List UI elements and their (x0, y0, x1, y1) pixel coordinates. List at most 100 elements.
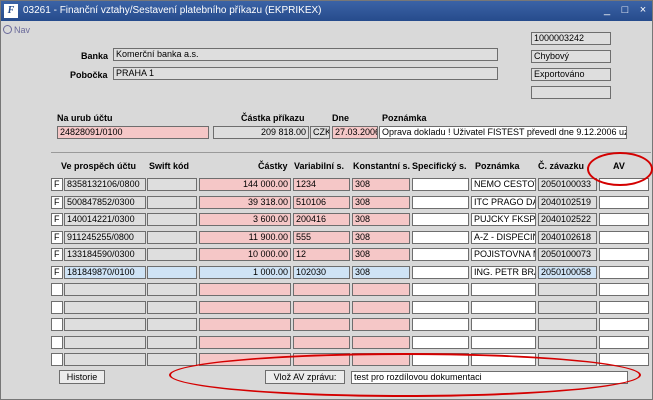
cell-vs[interactable] (293, 283, 350, 296)
cell-av[interactable] (599, 178, 649, 191)
cell-poznamka[interactable]: POJISTOVNA M (471, 248, 536, 261)
cell-poznamka[interactable] (471, 336, 536, 349)
cell-vs[interactable]: 1234 (293, 178, 350, 191)
cell-castka[interactable] (199, 353, 291, 366)
close-icon[interactable]: × (637, 4, 649, 16)
cell-zavazek[interactable]: 2040102519 (538, 196, 597, 209)
cell-ks[interactable] (352, 336, 410, 349)
cell-poznamka[interactable]: NEMO CESTOV (471, 178, 536, 191)
cell-ss[interactable] (412, 178, 469, 191)
cell-vs[interactable]: 102030 (293, 266, 350, 279)
cell-vs[interactable]: 12 (293, 248, 350, 261)
cell-castka[interactable]: 3 600.00 (199, 213, 291, 226)
cell-ucet[interactable]: 911245255/0800 (64, 231, 146, 244)
cell-zavazek[interactable] (538, 318, 597, 331)
cell-zavazek[interactable] (538, 283, 597, 296)
cell-zavazek[interactable]: 2050100073 (538, 248, 597, 261)
cell-castka[interactable] (199, 318, 291, 331)
cell-zavazek[interactable]: 2050100058 (538, 266, 597, 279)
cell-ks[interactable]: 308 (352, 231, 410, 244)
cell-swift[interactable] (147, 353, 197, 366)
cell-poznamka[interactable]: A-Z - DISPECIN (471, 231, 536, 244)
cell-swift[interactable] (147, 213, 197, 226)
cell-av[interactable] (599, 283, 649, 296)
cell-av[interactable] (599, 336, 649, 349)
cell-ss[interactable] (412, 231, 469, 244)
cell-swift[interactable] (147, 266, 197, 279)
cell-ss[interactable] (412, 336, 469, 349)
cell-vs[interactable] (293, 318, 350, 331)
cell-ks[interactable] (352, 318, 410, 331)
cell-swift[interactable] (147, 178, 197, 191)
cell-castka[interactable]: 144 000.00 (199, 178, 291, 191)
cell-castka[interactable] (199, 301, 291, 314)
cell-ss[interactable] (412, 266, 469, 279)
cell-av[interactable] (599, 231, 649, 244)
cell-ss[interactable] (412, 353, 469, 366)
cell-poznamka[interactable]: ING. PETR BRAI (471, 266, 536, 279)
cell-av[interactable] (599, 353, 649, 366)
cell-ss[interactable] (412, 196, 469, 209)
pobocka-field[interactable]: PRAHA 1 (113, 67, 498, 80)
cell-poznamka[interactable]: ITC PRAGO DA (471, 196, 536, 209)
cell-ks[interactable]: 308 (352, 213, 410, 226)
cell-zavazek[interactable]: 2040102618 (538, 231, 597, 244)
cell-swift[interactable] (147, 196, 197, 209)
cell-castka[interactable] (199, 283, 291, 296)
cell-poznamka[interactable] (471, 353, 536, 366)
cell-castka[interactable]: 11 900.00 (199, 231, 291, 244)
cell-ucet[interactable]: 8358132106/0800 (64, 178, 146, 191)
cell-vs[interactable]: 510106 (293, 196, 350, 209)
cell-av[interactable] (599, 318, 649, 331)
cell-av[interactable] (599, 301, 649, 314)
dne-field[interactable]: 27.03.2006 (332, 126, 378, 139)
cell-ks[interactable] (352, 353, 410, 366)
cell-swift[interactable] (147, 301, 197, 314)
cell-ucet[interactable] (64, 301, 146, 314)
cell-av[interactable] (599, 213, 649, 226)
cell-castka[interactable]: 10 000.00 (199, 248, 291, 261)
cell-vs[interactable]: 555 (293, 231, 350, 244)
cell-ucet[interactable]: 181849870/0100 (64, 266, 146, 279)
cell-ks[interactable]: 308 (352, 248, 410, 261)
cell-ss[interactable] (412, 248, 469, 261)
cell-castka[interactable]: 39 318.00 (199, 196, 291, 209)
historie-button[interactable]: Historie (59, 370, 105, 384)
cell-av[interactable] (599, 248, 649, 261)
cell-poznamka[interactable] (471, 301, 536, 314)
cell-vs[interactable] (293, 336, 350, 349)
cell-swift[interactable] (147, 248, 197, 261)
cell-ks[interactable]: 308 (352, 178, 410, 191)
minimize-icon[interactable]: _ (601, 4, 613, 16)
cell-ks[interactable]: 308 (352, 196, 410, 209)
ucet-field[interactable]: 24828091/0100 (57, 126, 209, 139)
cell-zavazek[interactable]: 2040102522 (538, 213, 597, 226)
cell-ucet[interactable] (64, 336, 146, 349)
cell-vs[interactable]: 200416 (293, 213, 350, 226)
cell-ucet[interactable] (64, 353, 146, 366)
cell-poznamka[interactable] (471, 283, 536, 296)
cell-zavazek[interactable] (538, 353, 597, 366)
banka-field[interactable]: Komerční banka a.s. (113, 48, 498, 61)
cell-zavazek[interactable]: 2050100033 (538, 178, 597, 191)
cell-swift[interactable] (147, 283, 197, 296)
cell-ks[interactable] (352, 283, 410, 296)
cell-ks[interactable] (352, 301, 410, 314)
cell-poznamka[interactable] (471, 318, 536, 331)
cell-vs[interactable] (293, 353, 350, 366)
cell-ss[interactable] (412, 213, 469, 226)
poznamka-field[interactable]: Oprava dokladu ! Uživatel FISTEST převed… (379, 126, 627, 139)
cell-vs[interactable] (293, 301, 350, 314)
vloz-av-button[interactable]: Vlož AV zprávu: (265, 370, 345, 384)
cell-ss[interactable] (412, 301, 469, 314)
cell-ks[interactable]: 308 (352, 266, 410, 279)
cell-zavazek[interactable] (538, 301, 597, 314)
cell-ss[interactable] (412, 318, 469, 331)
cell-zavazek[interactable] (538, 336, 597, 349)
cell-castka[interactable] (199, 336, 291, 349)
cell-swift[interactable] (147, 231, 197, 244)
maximize-icon[interactable]: □ (619, 4, 631, 16)
cell-ss[interactable] (412, 283, 469, 296)
cell-swift[interactable] (147, 336, 197, 349)
cell-poznamka[interactable]: PUJCKY FKSP- (471, 213, 536, 226)
